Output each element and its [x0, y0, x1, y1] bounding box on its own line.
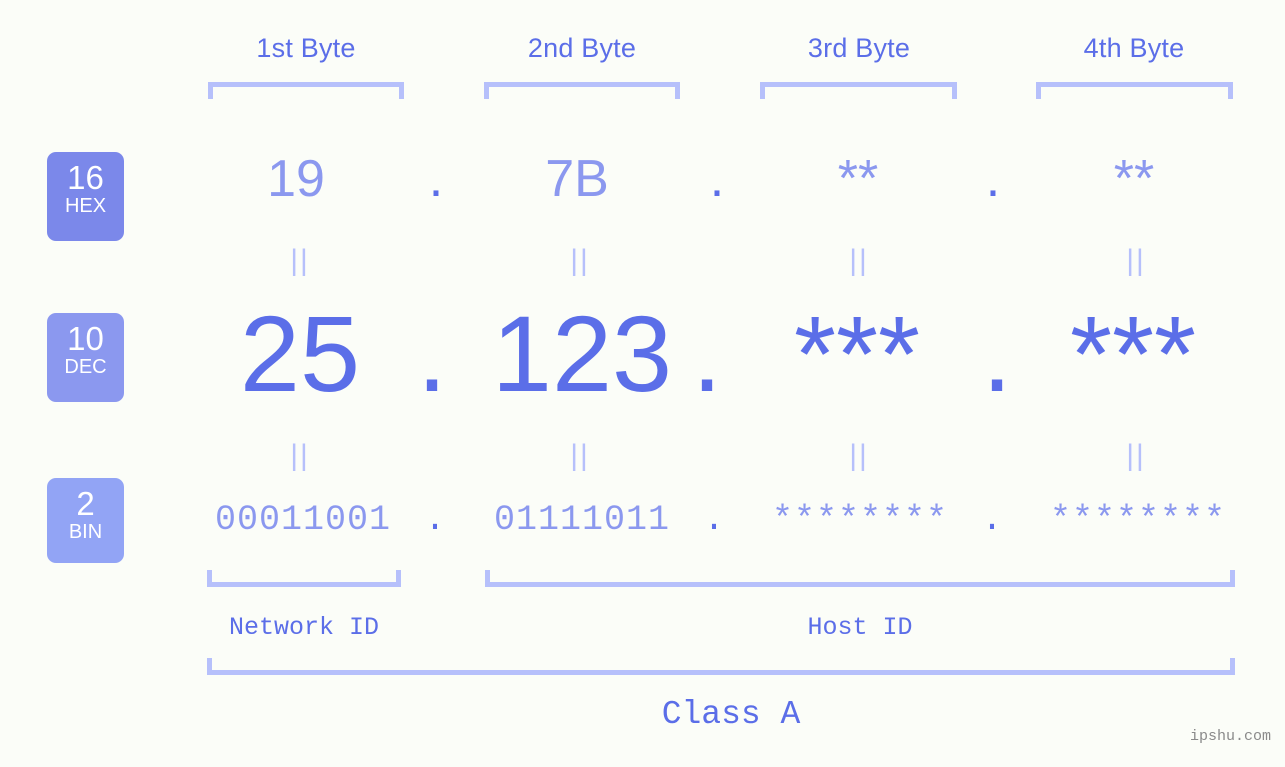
hex-separator-3: .: [985, 150, 1001, 208]
network-id-label: Network ID: [228, 613, 380, 642]
dec-value-byte-3: ***: [793, 293, 921, 414]
network-id-bracket: [207, 570, 401, 587]
base-badge-bin: 2 BIN: [47, 478, 124, 563]
base-badge-hex: 16 HEX: [47, 152, 124, 241]
byte-bracket-1: [208, 82, 404, 99]
base-badge-dec-label: DEC: [64, 356, 107, 378]
base-badge-hex-label: HEX: [64, 195, 107, 217]
bin-separator-1: .: [424, 500, 446, 540]
bin-value-byte-2: 01111011: [493, 500, 671, 540]
hex-value-byte-4: **: [1113, 150, 1155, 208]
byte-header-1: 1st Byte: [256, 33, 356, 63]
base-badge-dec: 10 DEC: [47, 313, 124, 402]
byte-header-2: 2nd Byte: [527, 33, 637, 63]
base-badge-dec-number: 10: [67, 320, 104, 357]
base-badge-hex-number: 16: [67, 159, 104, 196]
ip-breakdown-diagram: 1st Byte 2nd Byte 3rd Byte 4th Byte 16 H…: [0, 0, 1285, 767]
bin-separator-2: .: [703, 500, 725, 540]
hex-separator-2: .: [709, 150, 725, 208]
hex-value-byte-2: 7B: [545, 150, 609, 208]
byte-header-3: 3rd Byte: [807, 33, 911, 63]
equals-mark-dec-bin-2: ||: [570, 439, 590, 472]
hex-separator-1: .: [428, 150, 444, 208]
host-id-bracket: [485, 570, 1235, 587]
site-watermark: ipshu.com: [1189, 728, 1271, 745]
bin-value-byte-4: ********: [1049, 500, 1227, 540]
bin-value-byte-1: 00011001: [214, 500, 392, 540]
base-badge-bin-label: BIN: [68, 521, 103, 543]
class-label: Class A: [661, 696, 801, 733]
equals-mark-dec-bin-1: ||: [290, 439, 310, 472]
equals-mark-hex-dec-4: ||: [1126, 244, 1146, 277]
equals-mark-dec-bin-3: ||: [849, 439, 869, 472]
equals-mark-hex-dec-1: ||: [290, 244, 310, 277]
dec-separator-3: .: [981, 293, 1012, 414]
equals-mark-dec-bin-4: ||: [1126, 439, 1146, 472]
base-badge-bin-number: 2: [76, 485, 95, 522]
dec-separator-2: .: [691, 293, 722, 414]
byte-header-4: 4th Byte: [1083, 33, 1185, 63]
equals-mark-hex-dec-2: ||: [570, 244, 590, 277]
byte-bracket-4: [1036, 82, 1233, 99]
dec-value-byte-1: 25: [239, 293, 361, 414]
host-id-label: Host ID: [807, 613, 913, 642]
equals-mark-hex-dec-3: ||: [849, 244, 869, 277]
hex-value-byte-3: **: [837, 150, 879, 208]
class-bracket: [207, 658, 1235, 675]
hex-value-byte-1: 19: [267, 150, 325, 208]
dec-value-byte-4: ***: [1069, 293, 1197, 414]
byte-bracket-2: [484, 82, 680, 99]
dec-separator-1: .: [416, 293, 447, 414]
byte-bracket-3: [760, 82, 957, 99]
bin-value-byte-3: ********: [771, 500, 949, 540]
bin-separator-3: .: [981, 500, 1003, 540]
dec-value-byte-2: 123: [491, 293, 673, 414]
